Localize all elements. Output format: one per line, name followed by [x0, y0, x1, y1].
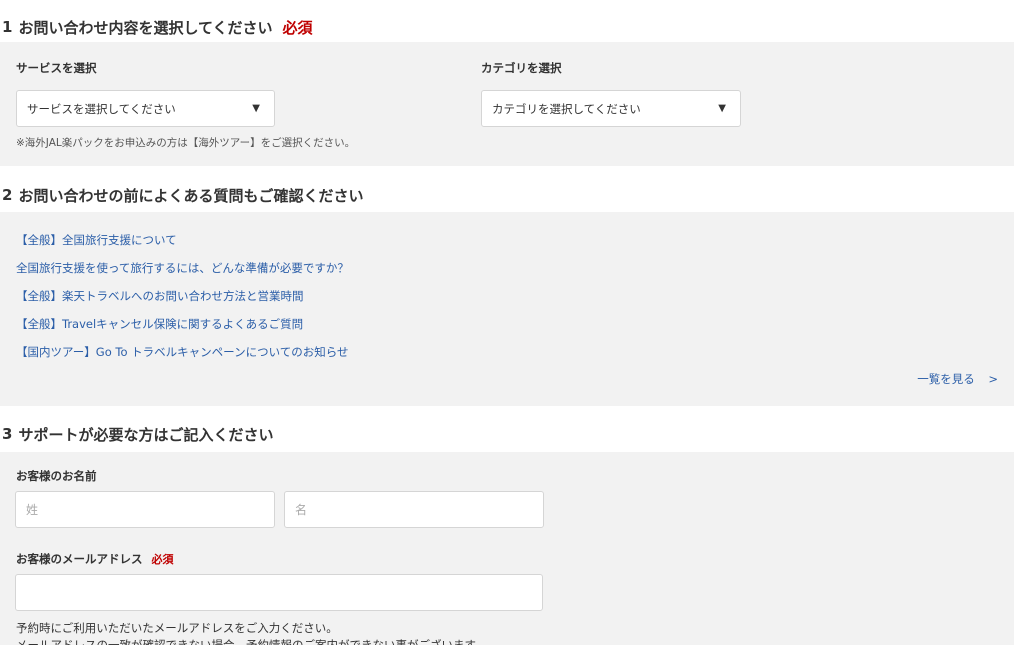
section-3-title: サポートが必要な方はご記入ください: [18, 425, 274, 444]
view-all-label: 一覧を見る: [917, 372, 975, 386]
faq-link[interactable]: 【全般】全国旅行支援について: [16, 232, 177, 248]
faq-link[interactable]: 【全般】Travelキャンセル保険に関するよくあるご質問: [16, 316, 303, 332]
view-all-link[interactable]: 一覧を見る >: [917, 371, 998, 387]
email-help-text-2: メールアドレスの一致が確認できない場合、予約情報のご案内ができない事がございます…: [16, 638, 487, 645]
section-1-title: お問い合わせ内容を選択してください: [18, 18, 273, 37]
required-badge: 必須: [151, 553, 174, 566]
service-select-value: サービスを選択してください: [27, 101, 176, 116]
name-label: お客様のお名前: [16, 469, 97, 483]
section-2-heading: 2 お問い合わせの前によくある質問もご確認ください: [2, 182, 363, 208]
section-1-panel: サービスを選択 サービスを選択してください ▼ カテゴリを選択 カテゴリを選択し…: [0, 42, 1014, 166]
last-name-input[interactable]: [15, 491, 275, 528]
dropdown-arrow-icon: ▼: [718, 103, 726, 114]
chevron-right-icon: >: [988, 372, 998, 386]
contact-form-page: 1 お問い合わせ内容を選択してください 必須 サービスを選択 サービスを選択して…: [0, 0, 1024, 645]
section-2-title: お問い合わせの前によくある質問もご確認ください: [18, 186, 364, 205]
email-input[interactable]: [15, 574, 543, 611]
required-badge: 必須: [282, 18, 313, 37]
section-3-number: 3: [2, 425, 13, 443]
email-label-text: お客様のメールアドレス: [16, 552, 143, 566]
section-1-number: 1: [2, 18, 13, 36]
category-select[interactable]: カテゴリを選択してください ▼: [481, 90, 741, 127]
faq-link[interactable]: 全国旅行支援を使って旅行するには、どんな準備が必要ですか？: [16, 260, 349, 276]
service-label: サービスを選択: [16, 61, 97, 75]
section-1-heading: 1 お問い合わせ内容を選択してください 必須: [2, 14, 313, 40]
email-label: お客様のメールアドレス 必須: [16, 551, 174, 567]
section-3-panel: お客様のお名前 お客様のメールアドレス 必須 予約時にご利用いただいたメールアド…: [0, 452, 1014, 645]
category-label: カテゴリを選択: [481, 61, 562, 75]
section-2-number: 2: [2, 186, 13, 204]
overseas-tour-note: ※海外JAL楽パックをお申込みの方は【海外ツアー】をご選択ください。: [16, 137, 356, 149]
first-name-input[interactable]: [284, 491, 544, 528]
faq-link[interactable]: 【国内ツアー】Go To トラベルキャンペーンについてのお知らせ: [16, 344, 349, 360]
category-select-value: カテゴリを選択してください: [492, 101, 641, 116]
section-2-panel: 【全般】全国旅行支援について 全国旅行支援を使って旅行するには、どんな準備が必要…: [0, 212, 1014, 406]
service-select[interactable]: サービスを選択してください ▼: [16, 90, 275, 127]
email-help-text: 予約時にご利用いただいたメールアドレスをご入力ください。: [16, 621, 338, 635]
section-3-heading: 3 サポートが必要な方はご記入ください: [2, 421, 273, 447]
faq-link[interactable]: 【全般】楽天トラベルへのお問い合わせ方法と営業時間: [16, 288, 304, 304]
dropdown-arrow-icon: ▼: [252, 103, 260, 114]
